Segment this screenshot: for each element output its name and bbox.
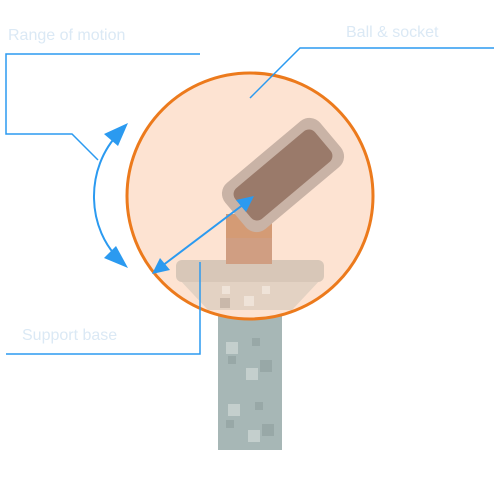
support-base-label: Support base [22,327,118,344]
range-of-motion-label: Range of motion [8,27,126,44]
joint-diagram [5,47,494,450]
rotation-arrow-icon [93,123,128,268]
ball-and-socket-label: Ball & socket [346,24,439,41]
